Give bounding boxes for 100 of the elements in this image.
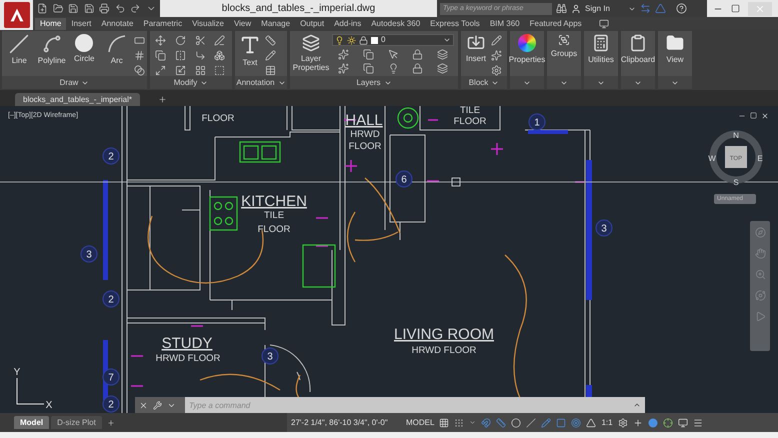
new-file-icon[interactable] xyxy=(37,3,48,14)
maximize-icon[interactable] xyxy=(731,4,740,13)
save-as-icon[interactable] xyxy=(84,3,94,14)
close-icon[interactable] xyxy=(761,112,769,120)
ribbon-tab[interactable]: Manage xyxy=(256,18,296,30)
folder-icon xyxy=(666,34,684,52)
open-folder-icon[interactable] xyxy=(52,3,63,14)
sign-in-button[interactable]: Sign In xyxy=(585,2,610,14)
room-label: STUDY xyxy=(162,335,212,352)
settings-icon[interactable] xyxy=(618,418,628,428)
tag-bubble: 2 xyxy=(102,148,120,164)
coordinates-readout: 27'-2 1/4", 86'-10 3/4", 0'-0" xyxy=(291,416,389,428)
copy-icon[interactable] xyxy=(155,50,166,61)
room-label: HRWD xyxy=(350,129,380,140)
layer-merge-icon[interactable] xyxy=(437,63,448,74)
ribbon-tab[interactable]: Parametric xyxy=(138,18,188,30)
document-tab[interactable]: blocks_and_tables_-_imperial* xyxy=(15,93,140,106)
tag-bubble: 1 xyxy=(528,114,546,130)
ribbon-tab[interactable]: Featured Apps xyxy=(524,18,587,30)
hatch-icon[interactable] xyxy=(134,50,145,61)
layout-tab[interactable]: Model xyxy=(14,416,50,429)
caret-icon[interactable] xyxy=(469,419,476,426)
tag-bubble: 3 xyxy=(596,220,612,236)
ribbon-tab[interactable]: BIM 360 xyxy=(484,18,525,30)
undo-icon[interactable] xyxy=(114,3,125,14)
table-icon[interactable] xyxy=(265,65,276,76)
layer-dropdown[interactable]: 0 xyxy=(332,34,454,46)
layer-lock-icon[interactable] xyxy=(412,49,424,60)
ribbon-tab[interactable]: View xyxy=(228,18,256,30)
command-input[interactable]: Type a command xyxy=(185,397,633,413)
move-icon[interactable] xyxy=(155,35,166,46)
caret-icon[interactable] xyxy=(633,401,641,409)
plus-icon[interactable] xyxy=(632,418,643,428)
ribbon-tab[interactable]: Autodesk 360 xyxy=(366,18,426,30)
compass-letter[interactable]: N xyxy=(733,131,739,140)
ribbon-tab[interactable]: Add-ins xyxy=(329,18,366,30)
ribbon-tool-button[interactable]: Insert xyxy=(463,31,489,73)
tag-bubble: 3 xyxy=(80,246,98,262)
trim-icon[interactable] xyxy=(194,35,206,46)
new-tab-icon[interactable] xyxy=(158,95,167,104)
binoculars-icon[interactable] xyxy=(556,3,567,14)
ribbon-tab[interactable]: Output xyxy=(295,18,330,30)
compass-letter[interactable]: S xyxy=(733,178,739,187)
ribbon-panel-button[interactable]: Clipboard xyxy=(621,31,655,73)
color-swatch xyxy=(371,36,378,44)
ribbon-tab[interactable]: Home xyxy=(35,18,66,30)
redo-icon[interactable] xyxy=(130,3,140,14)
save-icon[interactable] xyxy=(68,3,78,14)
new-layout-icon[interactable] xyxy=(106,418,115,426)
layer-list-icon[interactable] xyxy=(437,49,448,60)
print-icon[interactable] xyxy=(99,3,110,14)
ribbon-tool-button[interactable]: Text xyxy=(237,31,263,73)
window-title: blocks_and_tables_-_imperial.dwg xyxy=(220,2,376,16)
ribbon-panel-button[interactable]: Properties xyxy=(510,31,544,73)
layout-tab[interactable]: D-size Plot xyxy=(51,416,102,429)
room-label: FLOOR xyxy=(348,141,382,152)
stretch-icon[interactable] xyxy=(155,65,166,76)
scale-icon[interactable] xyxy=(174,65,186,76)
ribbon-panel-button[interactable]: View xyxy=(658,31,692,73)
ribbon-tool-button[interactable]: Layer Properties xyxy=(292,31,330,73)
tag-bubble: 3 xyxy=(262,348,278,364)
ribbon-tool-button[interactable]: Polyline xyxy=(36,31,67,73)
pen-icon[interactable] xyxy=(214,35,226,46)
app-menu-button[interactable] xyxy=(4,2,30,28)
tag-bubble: 7 xyxy=(102,368,120,386)
ribbon-panel-button[interactable]: Groups xyxy=(547,31,581,73)
color-wheel-icon xyxy=(518,34,536,52)
viewcube-compass-ring xyxy=(710,130,762,184)
help-icon[interactable] xyxy=(676,3,687,14)
ribbon-tab[interactable]: Visualize xyxy=(187,18,229,30)
room-label: TILE xyxy=(460,106,480,116)
layer-select-icon[interactable] xyxy=(388,49,399,60)
restore-icon[interactable] xyxy=(750,112,757,119)
ribbon-tool-button[interactable]: Line xyxy=(4,31,34,73)
model-space-button[interactable]: MODEL xyxy=(406,416,434,428)
line-icon xyxy=(9,34,30,54)
ribbon-tool-button[interactable]: Arc xyxy=(102,31,132,73)
ribbon-tool-button[interactable]: Circle xyxy=(69,31,100,73)
layer-unlock-icon[interactable] xyxy=(412,63,424,74)
grid-icon[interactable] xyxy=(439,418,450,428)
tag-bubble: 2 xyxy=(102,290,120,308)
annotation-scale-button[interactable]: 1:1 xyxy=(601,416,613,428)
ribbon-tab[interactable]: Insert xyxy=(66,18,96,30)
rectangle-icon[interactable] xyxy=(134,35,145,46)
ribbon-panel-button[interactable]: Utilities xyxy=(584,31,618,73)
ribbon-tab[interactable]: Annotate xyxy=(96,18,138,30)
polyline-icon xyxy=(42,34,62,54)
user-icon xyxy=(571,4,581,14)
insert-icon xyxy=(467,34,485,52)
ribbon-tab[interactable]: Express Tools xyxy=(425,18,485,30)
triangle-icon[interactable] xyxy=(654,3,666,14)
lock-icon xyxy=(359,36,368,44)
compass-letter[interactable]: E xyxy=(757,154,763,163)
wrench-icon[interactable] xyxy=(153,400,162,410)
menu-icon[interactable] xyxy=(692,418,703,428)
compass-letter[interactable]: W xyxy=(708,154,716,163)
rotate-icon[interactable] xyxy=(174,35,186,46)
room-label: KITCHEN xyxy=(241,193,307,210)
tag-bubble: 2 xyxy=(102,396,120,412)
close-icon[interactable] xyxy=(139,400,148,410)
